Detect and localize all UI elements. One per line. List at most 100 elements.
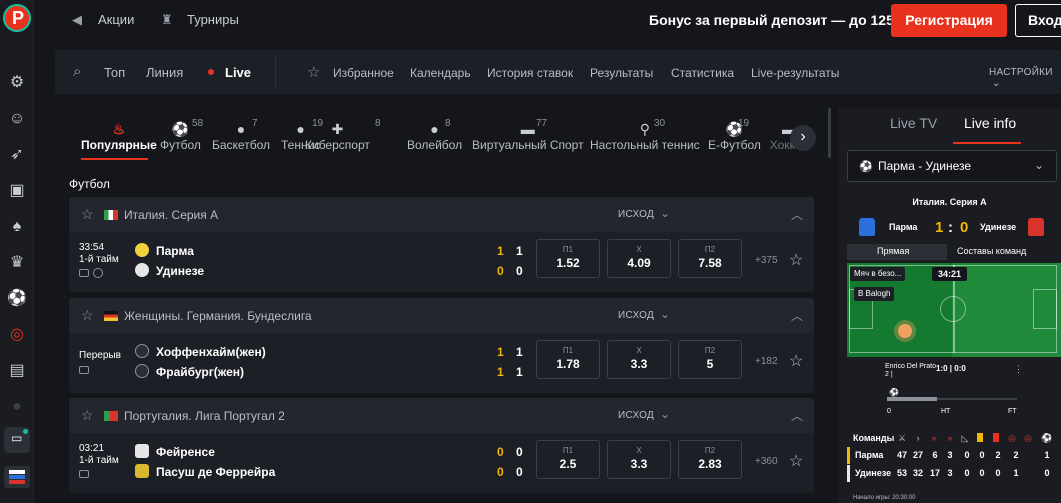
live-indicator-icon xyxy=(208,69,214,75)
nav-calendar[interactable]: Календарь xyxy=(410,66,471,80)
tab-football[interactable]: ⚽ 58 Футбол xyxy=(160,118,203,152)
nav-history[interactable]: История ставок xyxy=(487,66,573,80)
video-icon[interactable] xyxy=(79,366,89,375)
nav-results[interactable]: Результаты xyxy=(590,66,653,80)
chevron-down-icon[interactable]: ⌄ xyxy=(660,407,670,421)
ping-pong-icon: ⚲ xyxy=(639,121,650,137)
tab-popular[interactable]: ♨ Популярные xyxy=(81,120,157,152)
odd-button-p1[interactable]: П1 1.78 xyxy=(536,340,600,379)
vertical-scrollbar[interactable] xyxy=(828,108,831,158)
chevron-up-icon[interactable]: ︿ xyxy=(791,206,803,223)
match-row[interactable]: 33:54 1-й тайм Парма Удинезе 1 1 0 0 П1 1… xyxy=(69,232,814,292)
tab-live-tv[interactable]: Live TV xyxy=(890,115,937,131)
chevron-down-icon[interactable]: ⌄ xyxy=(660,307,670,321)
brand-logo[interactable]: P xyxy=(3,4,31,32)
language-flag-icon[interactable] xyxy=(4,466,30,488)
settings-button[interactable]: НАСТРОЙКИ ⌄ xyxy=(989,67,1061,89)
subtab-live[interactable]: Прямая xyxy=(877,246,909,256)
odd-button-x[interactable]: Х 3.3 xyxy=(607,440,671,479)
odd-button-p2[interactable]: П2 5 xyxy=(678,340,742,379)
chevron-down-icon[interactable]: ⌄ xyxy=(660,206,670,220)
match-row[interactable]: 03:21 1-й тайм Фейренсе Пасуш де Феррейр… xyxy=(69,433,814,493)
more-dots-icon[interactable]: ⋮ xyxy=(1014,364,1023,375)
shot-on-target-icon: ◎ xyxy=(1008,433,1016,443)
danger-icon: » xyxy=(931,433,937,443)
star-icon[interactable]: ☆ xyxy=(81,206,94,223)
efootball-icon: ⚽ xyxy=(725,121,744,137)
match-select[interactable]: ⚽ Парма - Удинезе ⌄ xyxy=(847,150,1057,182)
odd-button-x[interactable]: Х 4.09 xyxy=(607,239,671,278)
chat-icon[interactable]: ▭ xyxy=(4,427,30,453)
video-icon[interactable] xyxy=(79,269,89,278)
favorite-star-icon[interactable]: ☆ xyxy=(789,351,803,371)
league-header[interactable]: ☆ Италия. Серия А ИСХОД ⌄ ︿ xyxy=(69,197,814,232)
more-markets-link[interactable]: +375 xyxy=(755,255,778,266)
odd-button-x[interactable]: Х 3.3 xyxy=(607,340,671,379)
odd-button-p1[interactable]: П1 1.52 xyxy=(536,239,600,278)
register-button[interactable]: Регистрация xyxy=(891,4,1007,37)
receipt-icon[interactable]: ▤ xyxy=(6,360,28,382)
chevron-up-icon[interactable]: ︿ xyxy=(791,407,803,424)
tab-live-info[interactable]: Live info xyxy=(964,115,1016,131)
cup-icon: ♜ xyxy=(161,12,173,27)
search-icon[interactable]: ⌕ xyxy=(73,63,81,80)
video-icon[interactable] xyxy=(79,470,89,479)
bonus-banner[interactable]: Бонус за первый депозит — до 125% xyxy=(649,12,906,28)
chevron-down-icon: ⌄ xyxy=(992,78,1001,89)
more-markets-link[interactable]: +360 xyxy=(755,456,778,467)
gamepad-icon: ✚ xyxy=(331,121,344,137)
match-row[interactable]: Перерыв Хоффенхайм(жен) Фрайбург(жен) 1 … xyxy=(69,333,814,393)
subtab-lineups[interactable]: Составы команд xyxy=(957,246,1026,256)
tab-virtual-sport[interactable]: ▬ 77 Виртуальный Спорт xyxy=(472,118,584,152)
shots-icon: » xyxy=(947,433,953,443)
more-markets-link[interactable]: +182 xyxy=(755,356,778,367)
odd-button-p2[interactable]: П2 7.58 xyxy=(678,239,742,278)
tab-efootball[interactable]: ⚽ 19 E-Футбол xyxy=(708,118,761,152)
nav-live-results[interactable]: Live-результаты xyxy=(751,66,839,80)
favorite-star-icon[interactable]: ☆ xyxy=(789,250,803,270)
fire-icon: ♨ xyxy=(112,121,126,137)
nav-favorites[interactable]: Избранное xyxy=(333,66,394,80)
cards-icon[interactable]: ♠ xyxy=(6,216,28,238)
tab-esports[interactable]: ✚ 8 Киберспорт xyxy=(305,118,381,152)
tab-basketball[interactable]: ● 7 Баскетбол xyxy=(212,118,270,152)
outcome-select[interactable]: ИСХОД xyxy=(618,209,654,220)
team-logo xyxy=(135,364,149,378)
tab-volleyball[interactable]: ● 8 Волейбол xyxy=(407,118,462,152)
odd-button-p2[interactable]: П2 2.83 xyxy=(678,440,742,479)
tournaments-link[interactable]: ♜ Турниры xyxy=(161,12,239,28)
shot-off-target-icon: ◎ xyxy=(1024,433,1032,443)
target-icon[interactable]: ◎ xyxy=(6,324,28,346)
ball-event-icon: ⚽ xyxy=(889,388,899,397)
nav-line[interactable]: Линия xyxy=(146,65,183,80)
star-icon[interactable]: ☆ xyxy=(81,307,94,324)
rocket-icon[interactable]: ➶ xyxy=(6,144,28,166)
extra-icon[interactable]: ● xyxy=(6,396,28,418)
settings-gear-icon[interactable]: ⚙ xyxy=(6,72,28,94)
outcome-select[interactable]: ИСХОД xyxy=(618,410,654,421)
nav-statistics[interactable]: Статистика xyxy=(671,66,734,80)
info-icon[interactable] xyxy=(93,268,103,279)
football-icon[interactable]: ⚽ xyxy=(6,288,28,310)
team-logo xyxy=(135,464,149,478)
portugal-flag-icon xyxy=(104,411,118,421)
tv-icon[interactable]: ▣ xyxy=(6,180,28,202)
support-agent-icon[interactable]: ☺ xyxy=(6,108,28,130)
attack-icon: ⚔ xyxy=(897,433,907,443)
outcome-select[interactable]: ИСХОД xyxy=(618,310,654,321)
chevron-up-icon[interactable]: ︿ xyxy=(791,307,803,324)
league-header[interactable]: ☆ Женщины. Германия. Бундеслига ИСХОД ⌄ … xyxy=(69,298,814,333)
nav-top[interactable]: Топ xyxy=(104,65,125,80)
nav-live[interactable]: Live xyxy=(225,65,251,80)
star-icon[interactable]: ☆ xyxy=(81,407,94,424)
login-button[interactable]: Вход xyxy=(1015,4,1061,37)
stats-row: Удинезе 53 32 17 3 0 0 0 1 0 xyxy=(847,465,1061,482)
trophy-icon[interactable]: ♛ xyxy=(6,252,28,274)
favorite-star-icon[interactable]: ☆ xyxy=(789,451,803,471)
promo-link[interactable]: ◀ Акции xyxy=(72,12,134,28)
tabs-next-arrow-icon[interactable]: › xyxy=(790,125,816,151)
stats-row: Парма 47 27 6 3 0 0 2 2 1 xyxy=(847,447,1061,464)
tab-table-tennis[interactable]: ⚲ 30 Настольный теннис xyxy=(590,118,700,152)
odd-button-p1[interactable]: П1 2.5 xyxy=(536,440,600,479)
league-header[interactable]: ☆ Португалия. Лига Португал 2 ИСХОД ⌄ ︿ xyxy=(69,398,814,433)
